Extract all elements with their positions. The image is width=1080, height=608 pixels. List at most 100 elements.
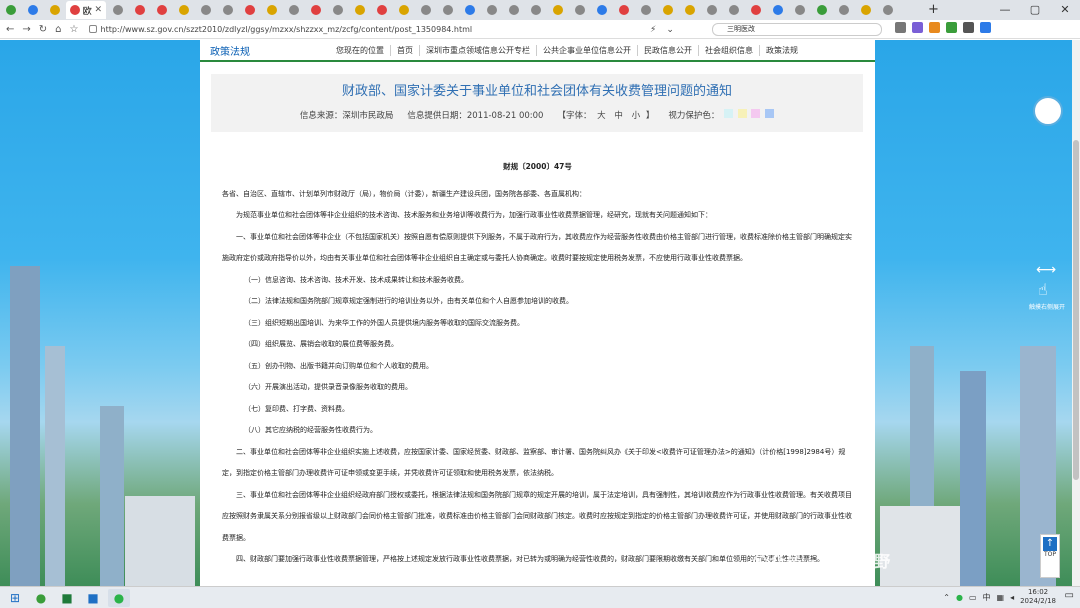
browser-tab[interactable]: [569, 1, 590, 19]
wechat-app-icon[interactable]: ●: [108, 588, 130, 607]
eye-color-cyan[interactable]: [724, 109, 734, 118]
list-item: （二）法律法规和国务院部门规章规定强制进行的培训业务以外，由有关单位和个人自愿参…: [244, 297, 573, 305]
bookmark-icon[interactable]: ☆: [70, 24, 79, 35]
browser-tab[interactable]: [22, 1, 43, 19]
browser-tab[interactable]: [349, 1, 370, 19]
scrollbar[interactable]: [1072, 40, 1080, 586]
download-icon[interactable]: [980, 22, 991, 33]
lightning-icon[interactable]: ⚡: [650, 25, 656, 35]
font-size-medium[interactable]: 中: [614, 111, 623, 121]
breadcrumb-policy[interactable]: 政策法规: [759, 44, 804, 56]
close-window-button[interactable]: ✕: [1050, 0, 1080, 20]
browser-tab[interactable]: [767, 1, 788, 19]
browser-tab[interactable]: [855, 1, 876, 19]
browser-tab[interactable]: [437, 1, 458, 19]
browser-tab[interactable]: [44, 1, 65, 19]
font-size-large[interactable]: 大: [597, 111, 606, 121]
breadcrumb-home[interactable]: 首页: [390, 44, 419, 56]
browser-tab[interactable]: [701, 1, 722, 19]
intro-paragraph: 为规范事业单位和社会团体等非企业组织的技术咨询、技术服务和业务培训等收费行为，加…: [236, 211, 712, 219]
site-nav: 政策法规 您现在的位置 首页 深圳市重点领域信息公开专栏 公共企事业单位信息公开…: [200, 40, 875, 62]
browser-tab[interactable]: [811, 1, 832, 19]
section-title[interactable]: 政策法规: [200, 43, 330, 58]
hand-pointer-icon[interactable]: ☝: [1038, 280, 1048, 299]
browser-tab[interactable]: [657, 1, 678, 19]
network-icon[interactable]: ▭: [969, 593, 977, 602]
browser-tab[interactable]: [107, 1, 128, 19]
browser-tab[interactable]: [591, 1, 612, 19]
chevron-down-icon[interactable]: ⌄: [666, 25, 674, 35]
language-indicator[interactable]: 中: [983, 592, 991, 603]
browser-tab[interactable]: [173, 1, 194, 19]
tab-active[interactable]: 欧 ✕: [66, 1, 106, 19]
breadcrumb-label: 您现在的位置: [336, 45, 384, 55]
browser-tab[interactable]: [195, 1, 216, 19]
spreadsheet-app-icon[interactable]: ■: [56, 589, 78, 607]
minimize-button[interactable]: —: [990, 0, 1020, 20]
back-to-top-button[interactable]: ↑ TOP: [1040, 534, 1060, 578]
reload-icon[interactable]: ↻: [39, 24, 47, 35]
scrollbar-thumb[interactable]: [1073, 140, 1079, 480]
breadcrumb-key-areas[interactable]: 深圳市重点领域信息公开专栏: [419, 44, 536, 56]
browser-tab[interactable]: [393, 1, 414, 19]
puzzle-icon[interactable]: [963, 22, 974, 33]
browser-tab[interactable]: [745, 1, 766, 19]
windows-start-icon[interactable]: ⊞: [4, 589, 26, 607]
volume-icon[interactable]: ◂: [1010, 593, 1014, 602]
extension-icon[interactable]: [946, 22, 957, 33]
back-icon[interactable]: ←: [6, 24, 14, 35]
browser-tab[interactable]: [547, 1, 568, 19]
expand-arrow-icon[interactable]: ⟷: [1028, 262, 1064, 278]
eye-color-yellow[interactable]: [737, 109, 747, 118]
browser-tab[interactable]: [151, 1, 172, 19]
close-tab-icon[interactable]: ✕: [94, 5, 102, 15]
assistant-robot-icon[interactable]: [1033, 96, 1063, 126]
new-tab-button[interactable]: +: [928, 0, 939, 20]
breadcrumb-social-orgs[interactable]: 社会组织信息: [698, 44, 759, 56]
browser-tab[interactable]: [503, 1, 524, 19]
browser-tab[interactable]: [877, 1, 898, 19]
browser-tab[interactable]: [305, 1, 326, 19]
browser-tab[interactable]: [239, 1, 260, 19]
tab-favicon-icon: [574, 5, 585, 15]
browser-tab[interactable]: [371, 1, 392, 19]
editor-app-icon[interactable]: ■: [82, 589, 104, 607]
browser-tab[interactable]: [0, 1, 21, 19]
browser-tab[interactable]: [217, 1, 238, 19]
browser-tab[interactable]: [789, 1, 810, 19]
breadcrumb-public-units[interactable]: 公共企事业单位信息公开: [536, 44, 637, 56]
browser-tab[interactable]: [635, 1, 656, 19]
browser-tab[interactable]: [129, 1, 150, 19]
browser-tab[interactable]: [327, 1, 348, 19]
browser-tab[interactable]: [525, 1, 546, 19]
eye-color-blue[interactable]: [765, 109, 775, 118]
breadcrumb-civil-affairs[interactable]: 民政信息公开: [637, 44, 698, 56]
tab-favicon-icon: [838, 5, 849, 15]
browser-app-icon[interactable]: ●: [30, 589, 52, 607]
notification-icon[interactable]: ▭: [1065, 590, 1074, 601]
browser-tab[interactable]: [723, 1, 744, 19]
clock[interactable]: 16:02 2024/2/18: [1020, 588, 1056, 606]
browser-tab[interactable]: [613, 1, 634, 19]
browser-tab[interactable]: [459, 1, 480, 19]
browser-tab[interactable]: [679, 1, 700, 19]
forward-icon[interactable]: →: [22, 24, 30, 35]
url-field[interactable]: http://www.sz.gov.cn/szzt2010/zdlyzl/ggs…: [88, 25, 629, 34]
list-item: （四）组织展览、展销会收取的展位费等服务费。: [244, 340, 398, 348]
wechat-tray-icon[interactable]: ●: [956, 593, 963, 602]
browser-tab[interactable]: [261, 1, 282, 19]
extension-icon[interactable]: [912, 22, 923, 33]
shield-icon[interactable]: [929, 22, 940, 33]
search-input[interactable]: 三明医改: [712, 23, 882, 36]
home-icon[interactable]: ⌂: [55, 24, 61, 35]
browser-tab[interactable]: [833, 1, 854, 19]
browser-tab[interactable]: [415, 1, 436, 19]
scissors-icon[interactable]: [895, 22, 906, 33]
chevron-up-icon[interactable]: ⌃: [943, 593, 950, 602]
eye-color-pink[interactable]: [751, 109, 761, 118]
browser-tab[interactable]: [283, 1, 304, 19]
font-size-small[interactable]: 小: [632, 111, 641, 121]
maximize-button[interactable]: ▢: [1020, 0, 1050, 20]
browser-tab[interactable]: [481, 1, 502, 19]
keyboard-icon[interactable]: ▦: [997, 593, 1005, 602]
